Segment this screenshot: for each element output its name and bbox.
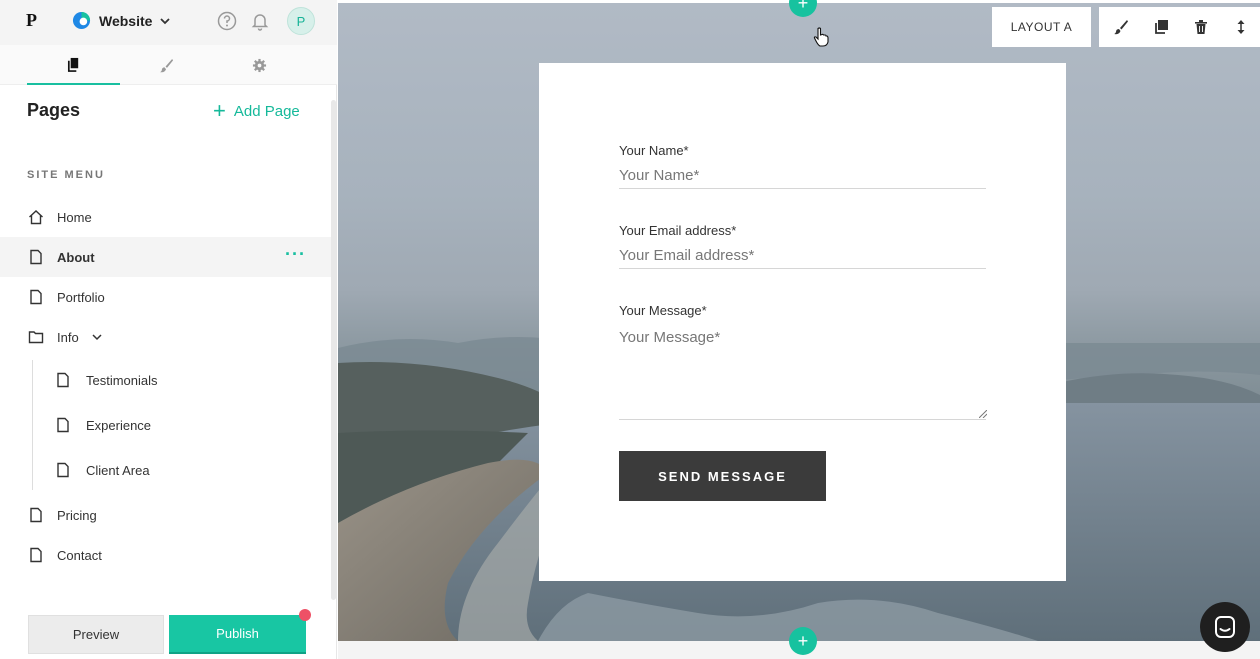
sidebar-item-label: About bbox=[57, 249, 95, 265]
add-page-label: Add Page bbox=[233, 102, 300, 120]
chat-launcher-button[interactable] bbox=[1200, 602, 1250, 652]
tab-settings[interactable] bbox=[213, 45, 306, 85]
name-label: Your Name* bbox=[619, 143, 689, 158]
sidebar-item-label: Testimonials bbox=[86, 372, 158, 388]
unpublished-changes-badge bbox=[299, 609, 311, 621]
page-icon bbox=[57, 417, 69, 433]
avatar[interactable]: P bbox=[287, 7, 315, 35]
gear-icon bbox=[252, 58, 267, 72]
sidebar-item-portfolio[interactable]: Portfolio bbox=[0, 277, 331, 317]
sidebar-item-about[interactable]: About ··· bbox=[0, 237, 331, 277]
chevron-down-icon[interactable] bbox=[92, 332, 102, 342]
brush-icon bbox=[159, 58, 174, 72]
sidebar-item-label: Pricing bbox=[57, 507, 97, 523]
home-icon bbox=[29, 210, 43, 225]
folder-icon bbox=[28, 331, 44, 344]
site-logo-icon bbox=[72, 11, 91, 30]
bell-icon[interactable] bbox=[250, 11, 270, 31]
site-name: Website bbox=[99, 12, 153, 29]
sidebar-item-pricing[interactable]: Pricing bbox=[0, 495, 331, 535]
pages-heading: Pages bbox=[27, 100, 81, 120]
tab-design[interactable] bbox=[120, 45, 213, 85]
publish-button[interactable]: Publish bbox=[169, 615, 306, 654]
send-message-button[interactable]: SEND MESSAGE bbox=[619, 451, 826, 501]
site-menu-label: SITE MENU bbox=[27, 169, 105, 181]
site-switcher[interactable]: Website bbox=[72, 11, 171, 30]
page-icon bbox=[30, 507, 42, 523]
email-field[interactable] bbox=[619, 243, 986, 269]
preview-button[interactable]: Preview bbox=[28, 615, 164, 654]
section-toolbar bbox=[1099, 7, 1260, 47]
sidebar-item-label: Experience bbox=[86, 417, 152, 433]
page-icon bbox=[57, 462, 69, 478]
chevron-down-icon bbox=[160, 17, 171, 24]
tab-pages[interactable] bbox=[27, 45, 120, 85]
email-label: Your Email address* bbox=[619, 223, 737, 238]
chat-icon bbox=[1215, 616, 1235, 638]
sidebar-item-contact[interactable]: Contact bbox=[0, 535, 331, 575]
layout-switch-button[interactable]: LAYOUT A bbox=[992, 7, 1091, 47]
message-label: Your Message* bbox=[619, 303, 707, 318]
trash-icon[interactable] bbox=[1193, 19, 1209, 35]
page-icon bbox=[30, 289, 42, 305]
resize-vertical-icon[interactable] bbox=[1233, 19, 1249, 35]
add-section-bottom-button[interactable]: + bbox=[789, 627, 817, 655]
sidebar-scrollbar[interactable] bbox=[331, 100, 336, 600]
sidebar-item-client-area[interactable]: Client Area bbox=[0, 450, 331, 490]
sidebar-tabs bbox=[0, 45, 337, 85]
sidebar-item-experience[interactable]: Experience bbox=[0, 405, 331, 445]
sidebar-item-label: Info bbox=[57, 329, 79, 345]
pages-icon bbox=[67, 57, 79, 72]
page-icon bbox=[30, 547, 42, 563]
duplicate-icon[interactable] bbox=[1153, 19, 1169, 35]
contact-form: Your Name* Your Email address* Your Mess… bbox=[539, 63, 1066, 581]
name-field[interactable] bbox=[619, 163, 986, 189]
sidebar-item-label: Contact bbox=[57, 547, 102, 563]
plus-icon: + bbox=[213, 98, 226, 123]
help-icon[interactable] bbox=[217, 11, 237, 31]
sidebar-item-label: Portfolio bbox=[57, 289, 105, 305]
add-page-button[interactable]: + Add Page bbox=[213, 98, 300, 123]
brush-icon[interactable] bbox=[1113, 19, 1129, 35]
message-field[interactable] bbox=[619, 327, 986, 420]
sidebar-item-info[interactable]: Info bbox=[0, 317, 331, 357]
more-options-icon[interactable]: ··· bbox=[285, 245, 306, 263]
sidebar-item-home[interactable]: Home bbox=[0, 197, 331, 237]
sidebar: P Website P Pages + Add Page SITE MENU H… bbox=[0, 0, 337, 659]
app-logo[interactable]: P bbox=[26, 10, 37, 31]
hand-cursor-icon bbox=[813, 27, 829, 47]
sidebar-item-label: Client Area bbox=[86, 462, 150, 478]
sidebar-item-label: Home bbox=[57, 209, 92, 225]
page-icon bbox=[30, 249, 42, 265]
textarea-resize-icon[interactable] bbox=[979, 410, 987, 418]
page-icon bbox=[57, 372, 69, 388]
top-bar: P Website P bbox=[0, 0, 337, 45]
sidebar-item-testimonials[interactable]: Testimonials bbox=[0, 360, 331, 400]
